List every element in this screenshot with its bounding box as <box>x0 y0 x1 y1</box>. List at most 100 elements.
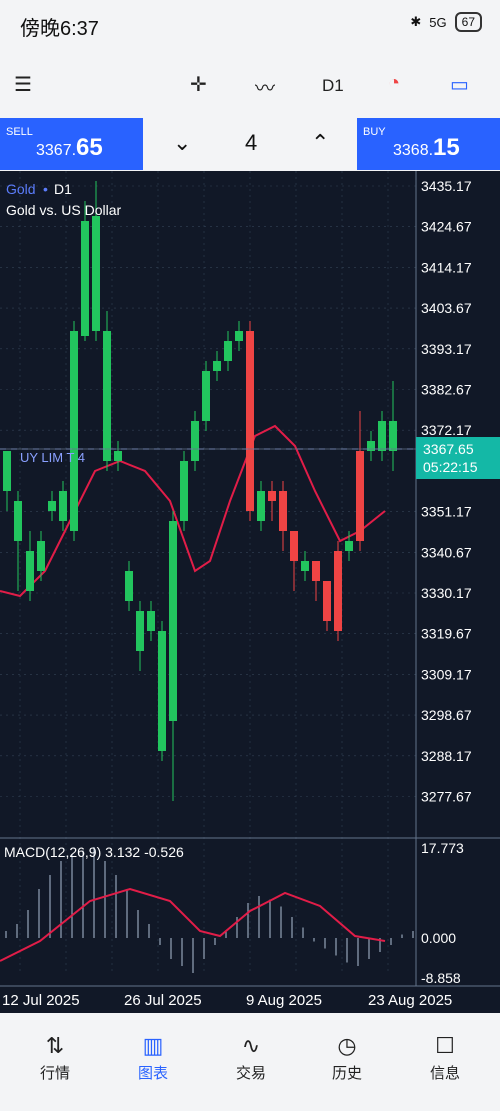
candle-body <box>14 501 22 541</box>
candle-body <box>92 216 100 331</box>
buy-price: 3368.15 <box>393 134 460 162</box>
nav-chart-label: 图表 <box>137 1065 168 1082</box>
candle-body <box>48 501 56 511</box>
bottom-nav: ⇅ 行情 ▥ 图表 ∿ 交易 ◷ 历史 ☐ 信息 <box>0 1014 500 1111</box>
candle-body <box>345 541 353 551</box>
y-tick-label: 3372.17 <box>421 422 472 438</box>
order-label: UY LIM T 4 <box>20 450 85 465</box>
nav-trade[interactable]: ∿ 交易 <box>216 1030 286 1083</box>
candle-body <box>279 491 287 531</box>
y-tick-label: 3277.67 <box>421 789 472 805</box>
candle-body <box>268 491 276 501</box>
chart-symbol: Gold <box>6 181 36 197</box>
candle-body <box>59 491 67 521</box>
status-icons: ✱ 5G 67 <box>410 12 482 32</box>
market-icon: ⇅ <box>45 1033 65 1058</box>
nav-trade-label: 交易 <box>235 1065 266 1082</box>
chart-svg: 3435.17 3424.67 3414.17 3403.67 3393.17 3382.… <box>0 171 500 1013</box>
sell-label: SELL <box>6 126 33 138</box>
y-tick-label: 3288.17 <box>421 748 472 764</box>
status-time: 傍晚6:37 <box>20 18 99 40</box>
candle-body <box>136 611 144 651</box>
chart-dot: • <box>43 181 48 197</box>
nav-history-label: 历史 <box>331 1065 362 1082</box>
candle-body <box>202 371 210 421</box>
y-tick-label: 3330.17 <box>421 585 472 601</box>
candle-body <box>257 491 265 521</box>
nav-history[interactable]: ◷ 历史 <box>312 1030 382 1083</box>
candle-body <box>378 421 386 451</box>
y-tick-label: 3298.67 <box>421 707 472 723</box>
buy-price-small: 3368. <box>393 142 434 159</box>
candle-body <box>323 581 331 621</box>
candle-body <box>213 361 221 371</box>
nav-market-label: 行情 <box>39 1065 70 1082</box>
candle-body <box>37 541 45 571</box>
x-tick-label: 23 Aug 2025 <box>368 992 452 1009</box>
nav-chart[interactable]: ▥ 图表 <box>118 1030 188 1083</box>
increase-icon[interactable]: ⌃ <box>311 130 329 156</box>
macd-tick-label: -8.858 <box>421 970 461 986</box>
menu-icon[interactable]: ☰ <box>14 72 32 97</box>
x-tick-label: 9 Aug 2025 <box>246 992 322 1009</box>
y-tick-label: 3340.67 <box>421 544 472 560</box>
macd-label: MACD(12,26,9) 3.132 -0.526 <box>4 844 184 860</box>
network-label: 5G <box>429 14 447 30</box>
time-tag-text: 05:22:15 <box>423 459 478 475</box>
indicator-icon[interactable]: 〰 <box>255 72 275 101</box>
message-icon: ☐ <box>435 1033 455 1058</box>
x-tick-label: 12 Jul 2025 <box>2 992 80 1009</box>
candle-body <box>301 561 309 571</box>
candle-body <box>125 571 133 601</box>
crosshair-icon[interactable]: ✛ <box>190 72 207 97</box>
timeframe-button[interactable]: D1 <box>322 76 344 96</box>
sell-button[interactable]: SELL 3367.65 <box>0 118 143 170</box>
trade-panel: SELL 3367.65 ⌄ 4 ⌃ BUY 3368.15 <box>0 118 500 170</box>
candle-body <box>356 451 364 541</box>
trade-icon[interactable]: ◔ <box>388 72 400 95</box>
candle-body <box>180 461 188 521</box>
candle-body <box>235 331 243 341</box>
quantity-stepper[interactable]: ⌄ 4 ⌃ <box>143 118 357 170</box>
buy-label: BUY <box>363 126 386 138</box>
candle-body <box>114 451 122 461</box>
candle-body <box>81 221 89 336</box>
macd-tick-label: 17.773 <box>421 840 464 856</box>
buy-price-big: 15 <box>433 134 460 161</box>
chart-icon: ▥ <box>142 1033 164 1058</box>
nav-market[interactable]: ⇅ 行情 <box>20 1030 90 1083</box>
candle-body <box>312 561 320 581</box>
sell-price: 3367.65 <box>36 134 103 162</box>
y-tick-label: 3319.67 <box>421 626 472 642</box>
battery-level: 67 <box>454 12 482 32</box>
decrease-icon[interactable]: ⌄ <box>173 130 191 156</box>
price-chart[interactable]: 3435.17 3424.67 3414.17 3403.67 3393.17 3382.… <box>0 171 500 1013</box>
sell-price-big: 65 <box>76 134 103 161</box>
x-tick-label: 26 Jul 2025 <box>124 992 202 1009</box>
candle-body <box>290 531 298 561</box>
bluetooth-icon: ✱ <box>410 14 422 29</box>
nav-messages[interactable]: ☐ 信息 <box>410 1030 480 1083</box>
y-tick-label: 3351.17 <box>421 504 472 520</box>
top-toolbar: ☰ ✛ 〰 D1 ◔ ▭ <box>0 58 500 116</box>
history-icon: ◷ <box>337 1033 357 1058</box>
status-bar: 傍晚6:37 ✱ 5G 67 <box>0 0 500 48</box>
candle-body <box>70 331 78 531</box>
candle-body <box>147 611 155 631</box>
y-tick-label: 3435.17 <box>421 178 472 194</box>
y-tick-label: 3382.67 <box>421 382 472 398</box>
candle-body <box>26 551 34 591</box>
candle-body <box>103 331 111 461</box>
nav-messages-label: 信息 <box>429 1065 460 1082</box>
candle-body <box>169 521 177 721</box>
buy-button[interactable]: BUY 3368.15 <box>357 118 500 170</box>
candle-body <box>158 631 166 751</box>
candle-body <box>191 421 199 461</box>
quick-trade-icon[interactable]: ▭ <box>450 72 469 97</box>
price-tag-text: 3367.65 <box>423 441 474 457</box>
y-tick-label: 3393.17 <box>421 341 472 357</box>
trade-nav-icon: ∿ <box>241 1033 261 1058</box>
y-tick-label: 3403.67 <box>421 300 472 316</box>
candle-body <box>246 331 254 511</box>
macd-tick-label: 0.000 <box>421 930 456 946</box>
